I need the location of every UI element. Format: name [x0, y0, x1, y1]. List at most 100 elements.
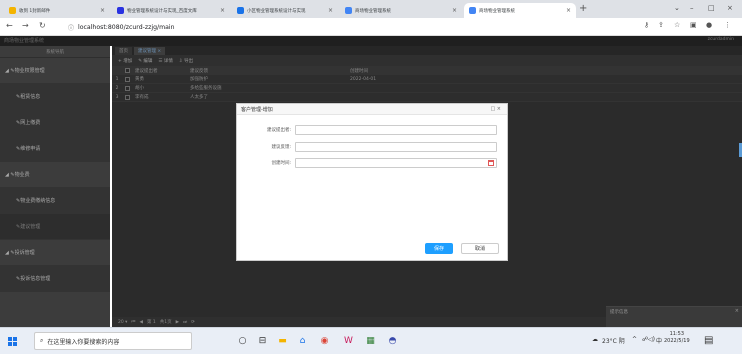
last-page-icon[interactable]: ⏭ — [183, 319, 187, 325]
field-label: 创建时间: — [271, 160, 291, 166]
close-icon[interactable]: × — [566, 7, 571, 14]
ide-icon[interactable]: W — [342, 334, 355, 347]
calendar-icon[interactable] — [488, 159, 494, 166]
proposer-input[interactable] — [295, 124, 497, 135]
browser-tab-2[interactable]: 物业管理系统设计与实现_百度文库 × — [112, 3, 230, 18]
sidebar-item-online-payment[interactable]: ✎ 网上缴费 — [0, 110, 110, 136]
notification-center-icon[interactable]: ▤ — [704, 335, 713, 346]
row-number: 3 — [115, 94, 119, 100]
close-icon[interactable]: × — [452, 7, 457, 14]
browser-tab-4[interactable]: 商场物业管理系统 × — [340, 3, 462, 18]
clock[interactable]: 11:53 2022/5/19 — [664, 331, 690, 345]
column-header[interactable]: 建议反馈 — [187, 68, 347, 74]
browser-tab-1[interactable]: 收到 1封新邮件 × — [4, 3, 110, 18]
sidebar-item-label: 网上缴费 — [20, 120, 41, 126]
clock-time: 11:53 — [669, 331, 685, 337]
sidebar-item-label: 投诉信息管理 — [20, 276, 51, 282]
row-checkbox[interactable] — [124, 85, 130, 91]
tab-suggestions[interactable]: 建议管理 × — [134, 47, 166, 55]
sidebar-item-rental[interactable]: ✎ 租赁信息 — [0, 84, 110, 110]
app-icon[interactable]: ◓ — [386, 334, 399, 347]
cell: 加强防护 — [190, 77, 208, 82]
file-explorer-icon[interactable]: ▬ — [276, 334, 289, 347]
cell: 胡小 — [135, 86, 144, 91]
sidebar-item-fee-info[interactable]: ✎ 物业费缴纳信息 — [0, 188, 110, 214]
cell: 人太多了 — [190, 95, 208, 100]
page-number-input[interactable]: 第 1 — [147, 319, 156, 325]
share-icon[interactable]: ⇪ — [658, 21, 664, 29]
maximize-button[interactable]: □ — [708, 4, 715, 12]
browser-tab-3[interactable]: 小区物业管理系统设计与实现 × — [232, 3, 338, 18]
minimize-button[interactable]: – — [690, 4, 694, 12]
tray-chevron-icon[interactable]: ^ — [632, 336, 637, 343]
save-button[interactable]: 保存 — [425, 243, 453, 254]
close-icon[interactable]: × — [328, 7, 333, 14]
next-page-icon[interactable]: ▶ — [176, 320, 179, 325]
store-icon[interactable]: ⌂ — [296, 334, 309, 347]
close-window-button[interactable]: × — [727, 4, 733, 12]
browser-tab-5-active[interactable]: 商场物业管理系统 × — [464, 3, 576, 18]
forward-icon[interactable]: → — [22, 21, 29, 30]
field-label: 建议反馈: — [271, 144, 291, 150]
task-view-icon[interactable]: ○ — [236, 334, 249, 347]
column-header[interactable]: 建议提出者 — [132, 68, 187, 74]
table-row[interactable]: 2 胡小 多给些服务设施 — [112, 84, 742, 93]
export-button[interactable]: ⇩ 导出 — [179, 58, 193, 64]
new-tab-button[interactable]: + — [579, 3, 587, 15]
feedback-input[interactable] — [295, 141, 497, 152]
sidebar-group-complaints[interactable]: ◢ ✎ 投诉管理 — [0, 240, 110, 266]
detail-button[interactable]: ☰ 详情 — [158, 58, 172, 64]
column-header[interactable]: 创建时间 — [347, 68, 527, 74]
page-size-select[interactable]: 20 ▾ — [118, 320, 127, 325]
user-name[interactable]: zcurdadmin — [708, 37, 734, 42]
taskbar-search[interactable]: ⌕ 在这里输入你要搜索的内容 — [34, 332, 192, 350]
tab-title: 商场物业管理系统 — [479, 8, 515, 14]
sidebar-item-repair[interactable]: ✎ 维修申请 — [0, 136, 110, 162]
tab-label: 建议管理 — [138, 49, 156, 54]
ime-indicator[interactable]: 中 — [656, 336, 662, 345]
volume-icon[interactable]: ◁) — [648, 336, 655, 343]
widgets-icon[interactable]: ⊟ — [256, 334, 269, 347]
row-number: 2 — [115, 85, 119, 91]
star-icon[interactable]: ☆ — [674, 21, 680, 29]
close-icon[interactable]: × — [100, 7, 105, 14]
table-row[interactable]: 3 李有成 人太多了 — [112, 93, 742, 102]
sidebar-item-complaint-info[interactable]: ✎ 投诉信息管理 — [0, 266, 110, 292]
back-icon[interactable]: ← — [6, 21, 13, 30]
sidebar-group-property-fee[interactable]: ◢ ✎ 物业费 — [0, 162, 110, 188]
windows-start-icon[interactable] — [8, 337, 17, 346]
tab-search-icon[interactable]: ⌄ — [674, 4, 680, 12]
sidebar-header: 系统导航 — [0, 46, 110, 58]
sidebar-group-property-permissions[interactable]: ◢ ✎ 物业权限管理 — [0, 58, 110, 84]
reload-icon[interactable]: ↻ — [39, 21, 46, 30]
search-placeholder: 在这里输入你要搜索的内容 — [47, 338, 120, 346]
cancel-button[interactable]: 取消 — [461, 243, 499, 254]
select-all-checkbox[interactable] — [124, 68, 130, 73]
tab-home[interactable]: 首页 — [115, 47, 132, 55]
sidebar-item-label: 物业权限管理 — [14, 68, 45, 74]
weather-text[interactable]: 23°C 阴 — [602, 336, 625, 345]
menu-icon[interactable]: ⋮ — [724, 21, 731, 29]
sidebar-item-label: 物业费 — [14, 172, 30, 178]
add-button[interactable]: + 增加 — [118, 58, 132, 64]
chrome-icon[interactable]: ◉ — [318, 334, 331, 347]
row-checkbox[interactable] — [124, 94, 130, 100]
created-time-input[interactable] — [295, 157, 497, 168]
refresh-icon[interactable]: ⟳ — [191, 320, 195, 325]
sidepanel-icon[interactable]: ▣ — [690, 21, 697, 29]
profile-icon[interactable]: ● — [706, 21, 712, 29]
close-icon[interactable]: × — [735, 308, 739, 314]
table-row[interactable]: 1 黄勇 加强防护 2022-04-01 — [112, 75, 742, 84]
key-icon[interactable]: ⚷ — [644, 21, 649, 29]
first-page-icon[interactable]: ⏮ — [131, 319, 135, 325]
app-icon[interactable]: ▦ — [364, 334, 377, 347]
sidebar-item-suggestions[interactable]: ✎ 建议管理 — [0, 214, 110, 240]
edit-button[interactable]: ✎ 编辑 — [138, 58, 152, 64]
url-input[interactable]: ⓘ localhost:8080/zcurd-zzjg/main — [68, 21, 618, 33]
close-icon[interactable]: × — [220, 7, 225, 14]
row-checkbox[interactable] — [124, 76, 130, 82]
dialog-window-controls[interactable]: □ × — [490, 106, 501, 112]
url-text: localhost:8080/zcurd-zzjg/main — [78, 23, 175, 31]
prev-page-icon[interactable]: ◀ — [139, 320, 142, 325]
tab-title: 小区物业管理系统设计与实现 — [247, 8, 306, 14]
